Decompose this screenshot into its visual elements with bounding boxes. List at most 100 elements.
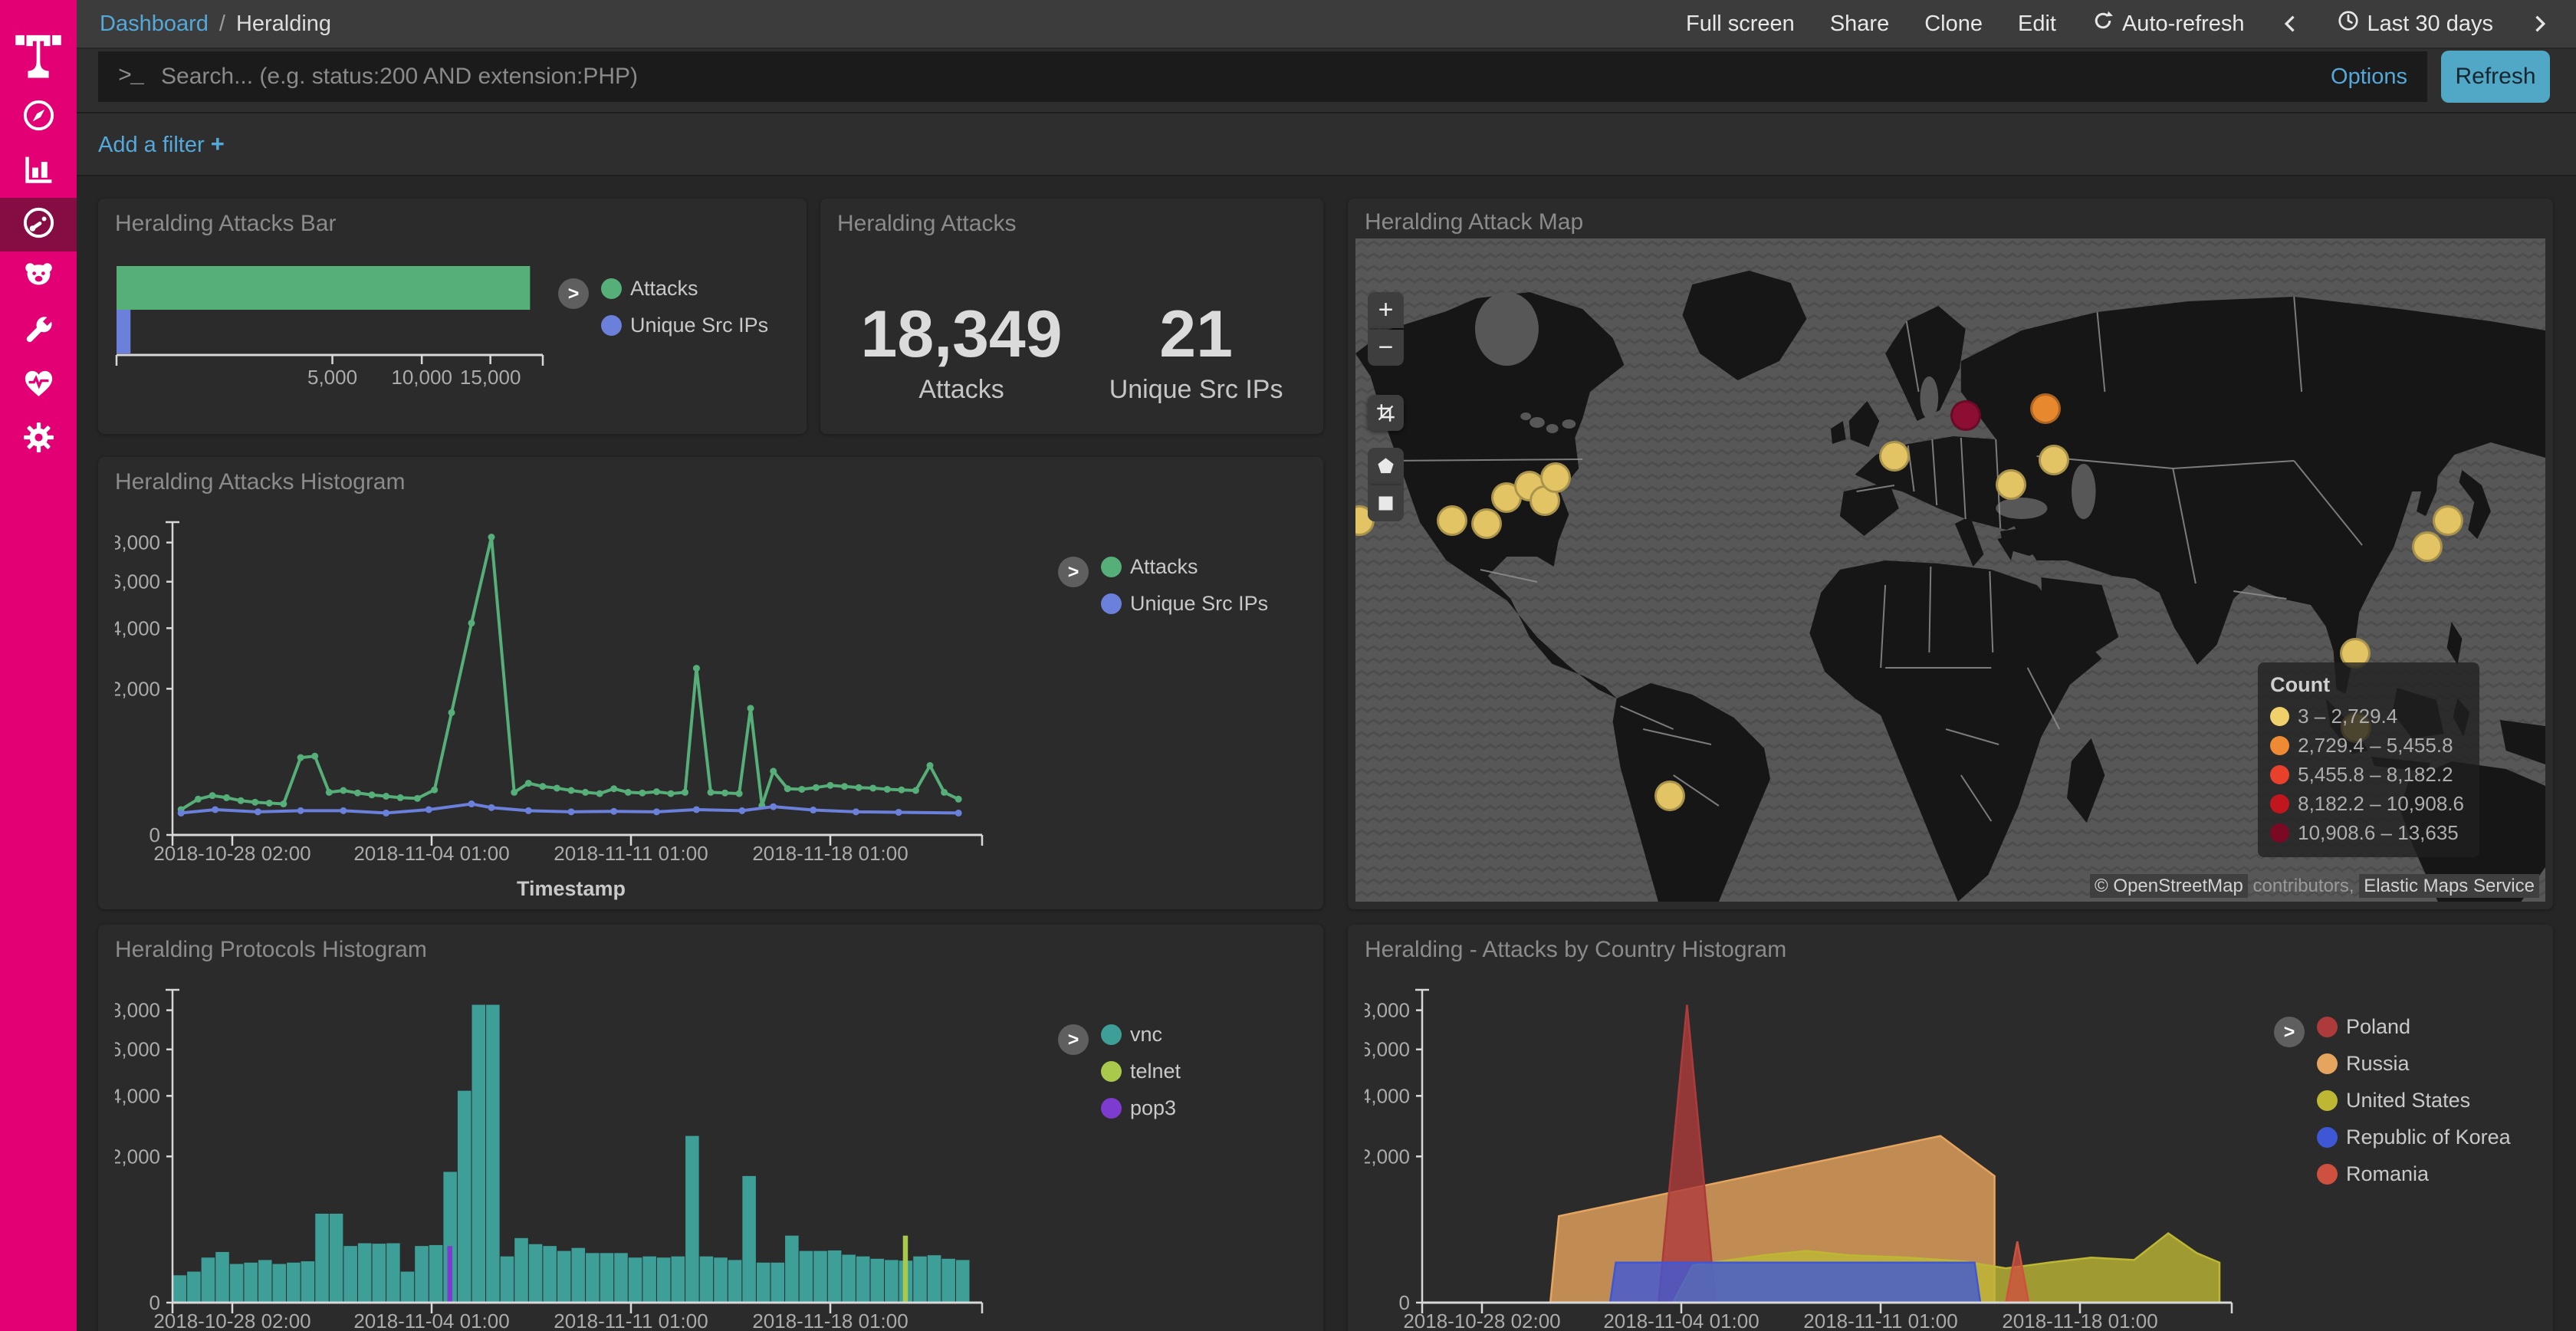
map-legend-item: 8,182.2 – 10,908.6 — [2270, 792, 2464, 816]
panel-title: Heralding Attack Map — [1365, 209, 2536, 235]
attack-origin-dot-low[interactable] — [1654, 781, 1685, 811]
legend-item-russia[interactable]: Russia — [2317, 1052, 2511, 1076]
sidebar-item-discover[interactable] — [0, 90, 77, 144]
legend-color-dot — [601, 278, 622, 299]
legend-expand-icon[interactable]: > — [1058, 557, 1089, 587]
map-attribution: © OpenStreetMap contributors, Elastic Ma… — [2090, 876, 2539, 897]
sidebar-item-devtools[interactable] — [0, 305, 77, 359]
map-legend-dot — [2270, 707, 2289, 726]
add-filter-link[interactable]: Add a filter + — [98, 130, 225, 158]
legend-item-attacks[interactable]: Attacks — [1101, 555, 1268, 579]
svg-text:4,000: 4,000 — [115, 616, 160, 639]
action-full-screen[interactable]: Full screen — [1686, 12, 1795, 37]
attack-origin-dot-low[interactable] — [2412, 531, 2443, 562]
attack-origin-dot-low[interactable] — [1471, 508, 1502, 539]
map-legend-title: Count — [2270, 673, 2464, 697]
legend-item-republic-of-korea[interactable]: Republic of Korea — [2317, 1126, 2511, 1149]
time-forward-button[interactable] — [2528, 13, 2550, 35]
attack-origin-dot-low[interactable] — [2433, 505, 2463, 536]
svg-text:5,000: 5,000 — [307, 366, 357, 389]
osm-attribution-link[interactable]: © OpenStreetMap — [2090, 874, 2248, 898]
panel-country-histogram: Heralding - Attacks by Country Histogram… — [1348, 925, 2553, 1331]
svg-text:6,000: 6,000 — [115, 570, 160, 593]
legend-item-unique-src-ips[interactable]: Unique Src IPs — [1101, 592, 1268, 616]
legend-item-attacks[interactable]: Attacks — [601, 277, 768, 301]
legend-item-united-states[interactable]: United States — [2317, 1089, 2511, 1112]
refresh-button[interactable]: Refresh — [2441, 51, 2550, 103]
ems-attribution-link[interactable]: Elastic Maps Service — [2359, 874, 2539, 898]
map-fit-data-button[interactable] — [1368, 395, 1404, 431]
attack-origin-dot-low[interactable] — [2039, 445, 2069, 475]
auto-refresh-button[interactable]: Auto-refresh — [2091, 9, 2245, 38]
sidebar-item-visualize[interactable] — [0, 144, 77, 198]
bear-icon — [21, 258, 57, 298]
dashboard-icon — [21, 205, 57, 245]
metric-ips-value: 21 — [1109, 301, 1283, 367]
svg-text:2,000: 2,000 — [1365, 1145, 1410, 1168]
sidebar-item-dashboard[interactable] — [0, 198, 77, 251]
panel-attacks-metric: Heralding Attacks 18,349 Attacks 21 Uniq… — [820, 199, 1323, 434]
refresh-icon — [2091, 9, 2114, 38]
attack-origin-dot-low[interactable] — [1996, 469, 2026, 500]
map-draw-rectangle-button[interactable] — [1368, 485, 1404, 521]
search-box[interactable]: >_ Options — [98, 51, 2427, 102]
attack-map[interactable]: + − — [1355, 238, 2545, 902]
legend-item-romania[interactable]: Romania — [2317, 1162, 2511, 1186]
legend-expand-icon[interactable]: > — [558, 278, 589, 309]
map-legend-dot — [2270, 765, 2289, 784]
time-range-picker[interactable]: Last 30 days — [2337, 9, 2493, 38]
sidebar-item-bear[interactable] — [0, 251, 77, 305]
search-bar-row: >_ Options Refresh — [77, 49, 2576, 113]
options-link[interactable]: Options — [2331, 64, 2407, 90]
legend-item-pop3[interactable]: pop3 — [1101, 1096, 1181, 1120]
legend-color-dot — [1101, 1024, 1122, 1045]
attack-origin-dot-low[interactable] — [1437, 505, 1467, 536]
map-legend-dot — [2270, 736, 2289, 755]
breadcrumb-dashboard-link[interactable]: Dashboard — [100, 12, 209, 37]
svg-text:2018-10-28 02:00: 2018-10-28 02:00 — [153, 842, 310, 865]
time-back-button[interactable] — [2280, 13, 2302, 35]
sidebar-item-monitoring[interactable] — [0, 359, 77, 412]
legend-item-telnet[interactable]: telnet — [1101, 1060, 1181, 1083]
legend-label: telnet — [1130, 1060, 1181, 1083]
legend-expand-icon[interactable]: > — [2274, 1017, 2305, 1047]
map-draw-polygon-button[interactable] — [1368, 448, 1404, 484]
metric-ips-label: Unique Src IPs — [1109, 375, 1283, 405]
attack-origin-dot-mid[interactable] — [2030, 393, 2061, 424]
svg-text:2018-10-28 02:00: 2018-10-28 02:00 — [1403, 1310, 1560, 1331]
search-input[interactable] — [159, 63, 2314, 90]
svg-text:6,000: 6,000 — [115, 1038, 160, 1061]
legend-expand-icon[interactable]: > — [1058, 1024, 1089, 1055]
legend-label: pop3 — [1130, 1096, 1176, 1120]
svg-text:2018-11-11 01:00: 2018-11-11 01:00 — [1803, 1310, 1957, 1331]
svg-text:15,000: 15,000 — [460, 366, 521, 389]
legend-item-vnc[interactable]: vnc — [1101, 1023, 1181, 1047]
panel-protocols-histogram: Heralding Protocols Histogram 02,0004,00… — [98, 925, 1323, 1331]
legend-item-poland[interactable]: Poland — [2317, 1015, 2511, 1039]
attack-origin-dot-low[interactable] — [1540, 462, 1571, 493]
action-clone[interactable]: Clone — [1924, 12, 1983, 37]
legend-item-unique-src-ips[interactable]: Unique Src IPs — [601, 314, 768, 337]
map-legend-range: 3 – 2,729.4 — [2298, 705, 2397, 728]
legend-color-dot — [1101, 1061, 1122, 1082]
t-mobile-logo-icon[interactable] — [0, 0, 77, 90]
svg-text:4,000: 4,000 — [1365, 1084, 1410, 1107]
svg-text:4,000: 4,000 — [115, 1084, 160, 1107]
attack-origin-dot-high[interactable] — [1950, 400, 1981, 431]
legend-color-dot — [601, 315, 622, 336]
map-zoom-out-button[interactable]: − — [1368, 330, 1404, 366]
map-legend-dot — [2270, 794, 2289, 813]
chart-legend: > vnc telnet pop3 — [1058, 1023, 1181, 1120]
legend-label: Poland — [2346, 1015, 2410, 1039]
legend-color-dot — [1101, 557, 1122, 577]
legend-color-dot — [2317, 1017, 2338, 1037]
map-zoom-in-button[interactable]: + — [1368, 292, 1404, 328]
map-legend-range: 5,455.8 – 8,182.2 — [2298, 763, 2453, 787]
action-share[interactable]: Share — [1830, 12, 1889, 37]
action-edit[interactable]: Edit — [2018, 12, 2056, 37]
panel-title: Heralding Protocols Histogram — [115, 937, 1306, 963]
attack-origin-dot-low[interactable] — [1879, 441, 1910, 472]
svg-text:8,000: 8,000 — [1365, 999, 1410, 1022]
sidebar-item-management[interactable] — [0, 412, 77, 466]
legend-label: Unique Src IPs — [630, 314, 768, 337]
